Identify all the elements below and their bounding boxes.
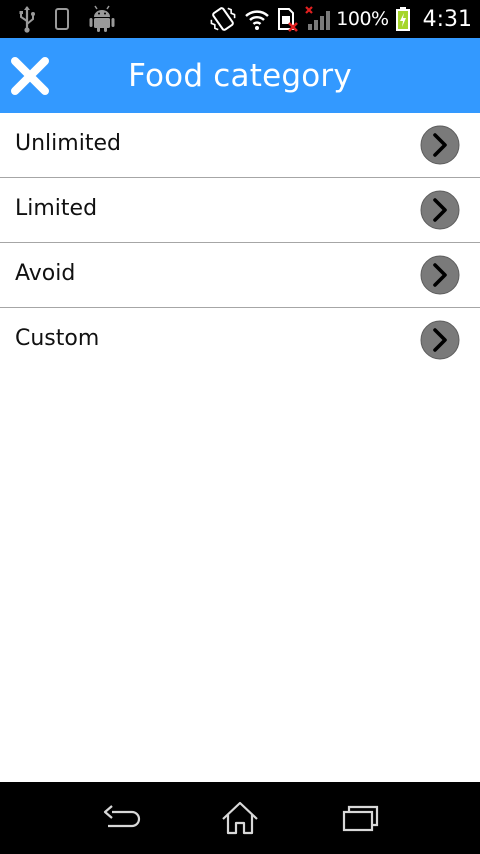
phone-icon	[55, 8, 69, 30]
home-button[interactable]	[218, 798, 262, 838]
list-item-limited[interactable]: Limited	[0, 178, 480, 243]
sim-disabled-icon	[278, 8, 299, 32]
chevron-right-icon	[420, 125, 460, 165]
category-list: Unlimited Limited Avoid Custom	[0, 113, 480, 372]
chevron-right-icon	[420, 255, 460, 295]
list-item-label: Custom	[15, 326, 100, 351]
page-title: Food category	[128, 58, 352, 94]
recent-apps-icon	[342, 805, 379, 832]
home-icon	[222, 801, 258, 835]
notification-icons	[18, 5, 116, 33]
signal-icon	[305, 6, 331, 30]
usb-icon	[19, 6, 35, 33]
wifi-icon	[245, 10, 270, 30]
android-icon	[89, 5, 115, 32]
clock: 4:31	[422, 6, 472, 32]
list-item-custom[interactable]: Custom	[0, 308, 480, 372]
recent-apps-button[interactable]	[338, 798, 382, 838]
chevron-right-icon	[420, 320, 460, 360]
list-item-label: Avoid	[15, 261, 76, 286]
back-button[interactable]	[98, 798, 142, 838]
battery-percentage: 100%	[336, 8, 389, 30]
chevron-right-icon	[420, 190, 460, 230]
app-bar: Food category	[0, 38, 480, 113]
list-item-unlimited[interactable]: Unlimited	[0, 113, 480, 178]
navigation-bar	[0, 782, 480, 854]
vibrate-icon	[210, 7, 236, 31]
list-item-label: Unlimited	[15, 131, 121, 156]
battery-charging-icon	[395, 7, 410, 31]
back-icon	[103, 805, 141, 828]
list-item-label: Limited	[15, 196, 98, 221]
system-icons: 100% 4:31	[208, 5, 472, 33]
list-item-avoid[interactable]: Avoid	[0, 243, 480, 308]
status-bar: 100% 4:31	[0, 0, 480, 38]
